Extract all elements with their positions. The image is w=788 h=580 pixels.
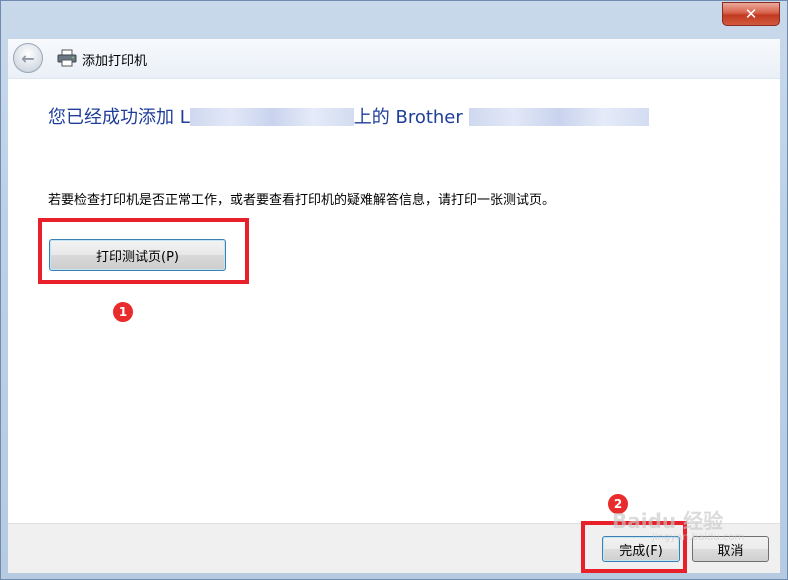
redacted-model-name	[468, 108, 649, 126]
watermark-url: jingyan.baidu.com	[652, 532, 745, 543]
redacted-printer-name	[189, 108, 354, 126]
heading-prefix: 您已经成功添加 L	[48, 107, 190, 128]
test-page-description: 若要检查打印机是否正常工作，或者要查看打印机的疑难解答信息，请打印一张测试页。	[48, 193, 556, 208]
heading-middle: 上的 Brother	[353, 107, 469, 128]
highlight-box-test-page	[38, 218, 249, 284]
baidu-watermark: Baidu 经验 jingyan.baidu.com	[612, 505, 744, 543]
close-icon: ✕	[744, 5, 758, 23]
title-bar: ✕	[1, 1, 787, 39]
success-heading: 您已经成功添加 L 上的 Brother	[48, 103, 649, 129]
window-title: 添加打印机	[82, 54, 148, 69]
close-button[interactable]: ✕	[722, 2, 780, 26]
back-arrow-icon: ←	[21, 48, 35, 68]
printer-icon	[57, 49, 77, 67]
watermark-logo-text: Baidu 经验	[612, 509, 724, 533]
navigation-bar: ← 添加打印机	[8, 39, 780, 79]
step-badge-1: 1	[112, 301, 134, 323]
add-printer-window: ✕ ← 添加打印机 您已经成功添加 L 上的 Brother 若要检查打印机是否正…	[0, 0, 788, 580]
back-button[interactable]: ←	[13, 43, 43, 73]
